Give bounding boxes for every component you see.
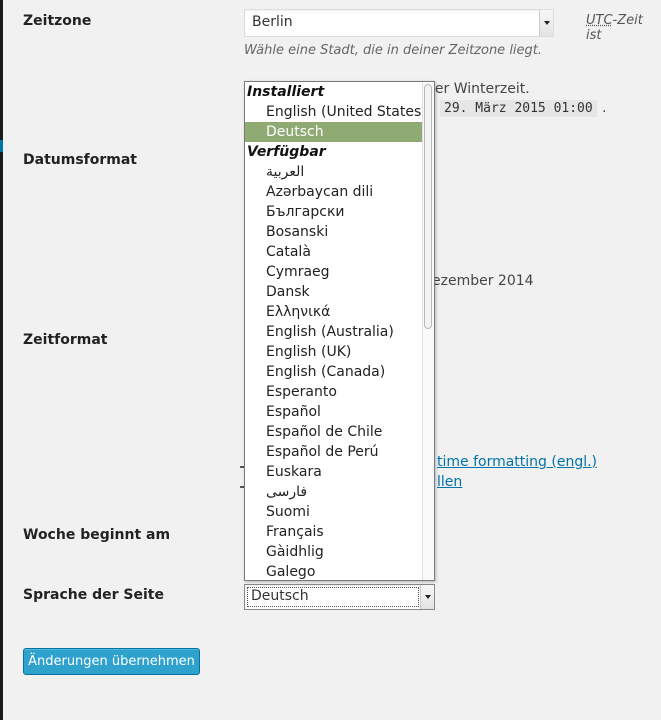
dropdown-scrollbar-thumb[interactable]: [424, 84, 432, 329]
language-option[interactable]: Gàidhlig: [245, 542, 422, 562]
timezone-select[interactable]: Berlin: [244, 9, 554, 37]
chevron-down-icon: [539, 10, 553, 36]
language-option[interactable]: Esperanto: [245, 382, 422, 402]
option-group-label: Installiert: [247, 84, 325, 100]
timezone-select-value: Berlin: [252, 14, 293, 30]
language-option[interactable]: Español de Chile: [245, 422, 422, 442]
language-option[interactable]: English (Canada): [245, 362, 422, 382]
focus-ring: [247, 587, 419, 607]
time-formatting-doc-link[interactable]: time formatting (engl.): [437, 454, 597, 470]
option-group-label: Verfügbar: [247, 144, 326, 160]
language-option[interactable]: Galego: [245, 562, 422, 580]
language-option[interactable]: English (Australia): [245, 322, 422, 342]
week-starts-label: Woche beginnt am: [23, 527, 171, 543]
language-option[interactable]: فارسی: [245, 482, 422, 502]
timezone-label: Zeitzone: [23, 13, 92, 29]
language-option[interactable]: Euskara: [245, 462, 422, 482]
language-option[interactable]: English (UK): [245, 342, 422, 362]
language-option[interactable]: Deutsch: [245, 122, 422, 142]
winter-time-text: der Winterzeit.: [426, 81, 530, 97]
language-option[interactable]: Ελληνικά: [245, 302, 422, 322]
language-option[interactable]: Español de Perú: [245, 442, 422, 462]
language-options: Installiert English (United States) Deutsc…: [245, 82, 427, 580]
dropdown-scrollbar[interactable]: [422, 82, 434, 580]
save-changes-button[interactable]: Änderungen übernehmen: [23, 648, 200, 675]
admin-menu-active-marker: [0, 140, 3, 152]
utc-abbr: UTC: [586, 13, 613, 28]
site-language-select[interactable]: Deutsch: [244, 584, 435, 610]
language-option[interactable]: العربية: [245, 162, 422, 182]
language-option[interactable]: Azərbaycan dili: [245, 182, 422, 202]
chevron-down-icon: [420, 585, 434, 609]
time-format-label: Zeitformat: [23, 332, 108, 348]
admin-menu-edge: [0, 0, 3, 720]
date-format-example: ezember 2014: [432, 273, 534, 289]
site-language-label: Sprache der Seite: [23, 587, 164, 603]
language-option[interactable]: Bosanski: [245, 222, 422, 242]
utc-time-info: UTC-Zeit ist: [586, 13, 661, 43]
language-option[interactable]: Cymraeg: [245, 262, 422, 282]
language-option[interactable]: Suomi: [245, 502, 422, 522]
date-format-label: Datumsformat: [23, 152, 137, 168]
language-option[interactable]: Français: [245, 522, 422, 542]
timezone-description: Wähle eine Stadt, die in deiner Zeitzone…: [244, 43, 543, 58]
language-option[interactable]: Español: [245, 402, 422, 422]
language-option[interactable]: Dansk: [245, 282, 422, 302]
save-changes-hint-link[interactable]: llen: [437, 474, 462, 490]
language-option[interactable]: English (United States): [245, 102, 427, 122]
language-option[interactable]: Català: [245, 242, 422, 262]
next-time-change-suffix: .: [602, 100, 607, 116]
language-dropdown-list[interactable]: Installiert English (United States) Deutsc…: [244, 81, 435, 581]
next-time-change: 29. März 2015 01:00: [440, 100, 597, 117]
language-option[interactable]: Български: [245, 202, 422, 222]
